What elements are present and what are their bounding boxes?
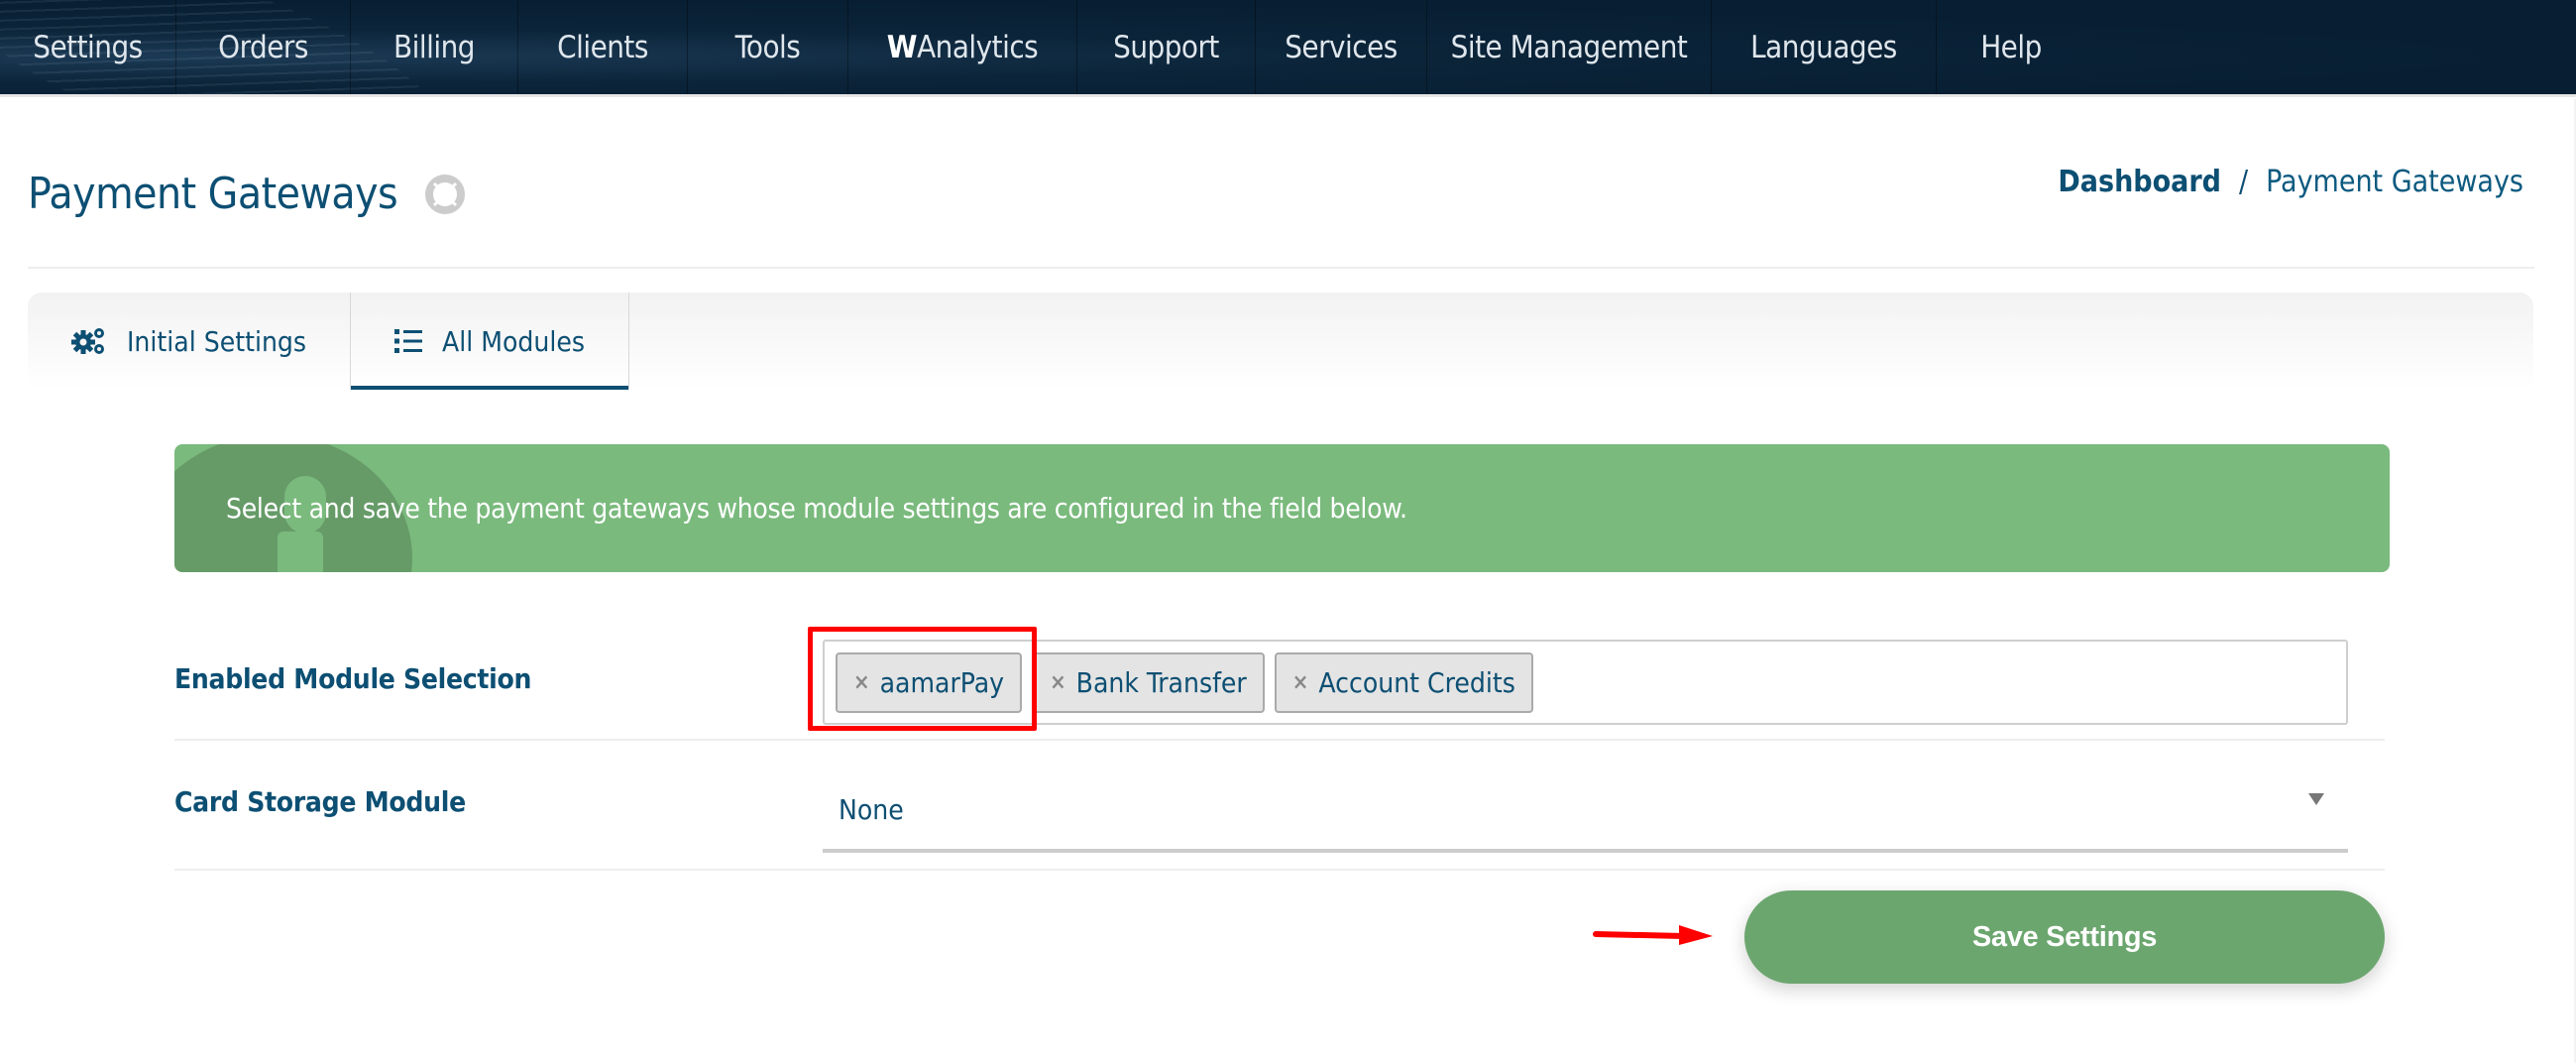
tab-initial-settings[interactable]: Initial Settings — [28, 293, 350, 390]
nav-item-wanalytics[interactable]: W Analytics — [848, 0, 1077, 94]
module-tag: × Account Credits — [1274, 651, 1533, 713]
card-storage-module-label: Card Storage Module — [174, 785, 466, 818]
nav-item-site-management[interactable]: Site Management — [1427, 0, 1712, 94]
row-divider — [174, 739, 2385, 741]
nav-item-orders[interactable]: Orders — [176, 0, 351, 94]
nav-item-tools[interactable]: Tools — [688, 0, 848, 94]
annotation-arrow-icon — [1593, 925, 1713, 945]
list-icon — [394, 328, 423, 354]
tab-bar: Initial Settings All Modules — [28, 293, 2533, 390]
module-tag: × Bank Transfer — [1032, 651, 1265, 713]
page-title: Payment Gateways — [28, 169, 466, 219]
breadcrumb-separator: / — [2239, 165, 2249, 199]
remove-tag-icon[interactable]: × — [1050, 670, 1066, 695]
gears-icon — [71, 326, 107, 356]
card-storage-select[interactable]: None — [823, 773, 2348, 853]
info-alert: Select and save the payment gateways who… — [174, 444, 2390, 572]
nav-item-languages[interactable]: Languages — [1712, 0, 1937, 94]
remove-tag-icon[interactable]: × — [853, 670, 870, 695]
enabled-module-selection-label: Enabled Module Selection — [174, 662, 532, 695]
nav-item-help[interactable]: Help — [1937, 0, 2085, 94]
card-storage-selected-value: None — [839, 793, 904, 826]
chevron-down-icon — [2308, 793, 2324, 805]
nav-item-support[interactable]: Support — [1077, 0, 1256, 94]
lifebuoy-icon[interactable] — [425, 174, 466, 214]
save-settings-button[interactable]: Save Settings — [1744, 890, 2385, 984]
breadcrumb-current: Payment Gateways — [2266, 165, 2523, 199]
tab-all-modules[interactable]: All Modules — [350, 293, 629, 390]
row-divider — [174, 869, 2385, 871]
module-tag: × aamarPay — [836, 651, 1023, 713]
header-divider — [28, 267, 2534, 269]
nav-item-settings[interactable]: Settings — [0, 0, 176, 94]
nav-item-services[interactable]: Services — [1256, 0, 1427, 94]
nav-item-billing[interactable]: Billing — [351, 0, 518, 94]
alert-message: Select and save the payment gateways who… — [226, 492, 1407, 525]
nav-item-clients[interactable]: Clients — [518, 0, 688, 94]
remove-tag-icon[interactable]: × — [1292, 670, 1309, 695]
top-navigation: Settings Orders Billing Clients Tools WA… — [0, 0, 2576, 97]
wanalytics-brand-mark: W — [886, 29, 918, 65]
breadcrumb-dashboard-link[interactable]: Dashboard — [2058, 165, 2221, 199]
breadcrumb: Dashboard / Payment Gateways — [2058, 165, 2523, 199]
enabled-modules-multiselect[interactable]: × aamarPay × Bank Transfer × Account Cre… — [823, 640, 2348, 725]
